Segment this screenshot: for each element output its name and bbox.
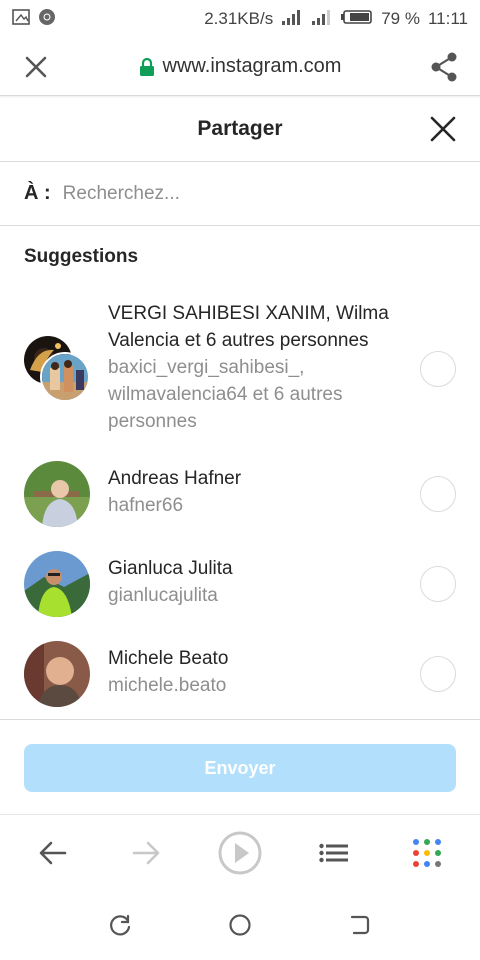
suggestion-text: Gianluca Julita gianlucajulita bbox=[108, 555, 408, 609]
share-icon bbox=[431, 52, 457, 81]
recipient-row: À : bbox=[0, 162, 480, 226]
browser-bottom-nav bbox=[0, 814, 480, 890]
status-bar: 2.31KB/s 79 % 11:11 bbox=[0, 0, 480, 38]
clock: 11:11 bbox=[427, 9, 468, 28]
arrow-right-icon bbox=[133, 841, 160, 864]
suggestion-name: Andreas Hafner bbox=[108, 468, 242, 489]
list-item[interactable]: Michele Beato michele.beato bbox=[0, 641, 480, 707]
battery-icon bbox=[341, 9, 373, 30]
chrome-icon bbox=[38, 8, 56, 31]
suggestions-heading: Suggestions bbox=[24, 246, 139, 267]
url-text: www.instagram.com bbox=[162, 55, 342, 77]
select-radio[interactable] bbox=[420, 476, 456, 512]
recents-button[interactable] bbox=[90, 895, 150, 955]
suggestion-name: VERGI SAHIBESI XANIM, Wilma Valencia et … bbox=[108, 303, 389, 351]
browser-share-button[interactable] bbox=[408, 38, 480, 96]
home-circle-icon bbox=[229, 914, 251, 936]
screenshot-icon bbox=[12, 8, 30, 30]
avatar bbox=[24, 551, 90, 617]
arrow-left-icon bbox=[39, 841, 67, 864]
lock-icon bbox=[139, 57, 154, 76]
tabs-list-button[interactable] bbox=[299, 823, 369, 883]
url-bar[interactable]: www.instagram.com bbox=[72, 55, 408, 78]
apps-menu-button[interactable] bbox=[392, 823, 462, 883]
suggestion-username: hafner66 bbox=[108, 495, 184, 516]
select-radio[interactable] bbox=[420, 566, 456, 602]
list-item[interactable]: VERGI SAHIBESI XANIM, Wilma Valencia et … bbox=[0, 300, 480, 436]
suggestion-text: Andreas Hafner hafner66 bbox=[108, 465, 408, 519]
browser-toolbar: www.instagram.com bbox=[0, 38, 480, 96]
share-dialog-header: Partager bbox=[0, 96, 480, 162]
share-close-button[interactable] bbox=[428, 114, 458, 144]
back-button[interactable] bbox=[18, 823, 88, 883]
suggestion-username: baxici_vergi_sahibesi_, wilmavalencia64 … bbox=[108, 357, 343, 432]
close-icon bbox=[25, 56, 47, 77]
list-item[interactable]: Andreas Hafner hafner66 bbox=[0, 461, 480, 527]
rotate-icon bbox=[110, 914, 131, 936]
battery-level: 79 % bbox=[381, 9, 420, 28]
share-title: Partager bbox=[197, 116, 283, 140]
suggestion-name: Michele Beato bbox=[108, 648, 229, 669]
select-radio[interactable] bbox=[420, 656, 456, 692]
avatar bbox=[24, 461, 90, 527]
signal-icon bbox=[311, 8, 333, 31]
back-bracket-icon bbox=[350, 915, 370, 935]
system-nav-bar bbox=[0, 890, 480, 960]
network-speed: 2.31KB/s bbox=[204, 9, 274, 28]
divider bbox=[0, 719, 480, 720]
avatar bbox=[40, 352, 90, 402]
close-icon bbox=[430, 116, 456, 142]
select-radio[interactable] bbox=[420, 351, 456, 387]
status-left bbox=[12, 8, 56, 31]
play-icon bbox=[218, 831, 262, 874]
suggestion-username: gianlucajulita bbox=[108, 585, 218, 606]
suggestion-text: VERGI SAHIBESI XANIM, Wilma Valencia et … bbox=[108, 300, 408, 435]
status-right: 2.31KB/s 79 % 11:11 bbox=[204, 8, 468, 31]
recipient-search-input[interactable] bbox=[62, 182, 423, 205]
apps-grid-icon bbox=[413, 838, 442, 867]
send-button[interactable]: Envoyer bbox=[24, 744, 456, 792]
suggestion-text: Michele Beato michele.beato bbox=[108, 645, 408, 699]
avatar bbox=[24, 641, 90, 707]
system-back-button[interactable] bbox=[330, 895, 390, 955]
suggestion-name: Gianluca Julita bbox=[108, 558, 233, 579]
home-button[interactable] bbox=[210, 895, 270, 955]
list-item[interactable]: Gianluca Julita gianlucajulita bbox=[0, 551, 480, 617]
browser-close-button[interactable] bbox=[0, 38, 72, 96]
play-button[interactable] bbox=[205, 823, 275, 883]
suggestion-username: michele.beato bbox=[108, 675, 227, 696]
to-label: À : bbox=[24, 182, 51, 204]
group-avatar bbox=[24, 336, 90, 402]
list-icon bbox=[318, 843, 348, 862]
signal-h-icon bbox=[281, 8, 303, 31]
forward-button[interactable] bbox=[111, 823, 181, 883]
